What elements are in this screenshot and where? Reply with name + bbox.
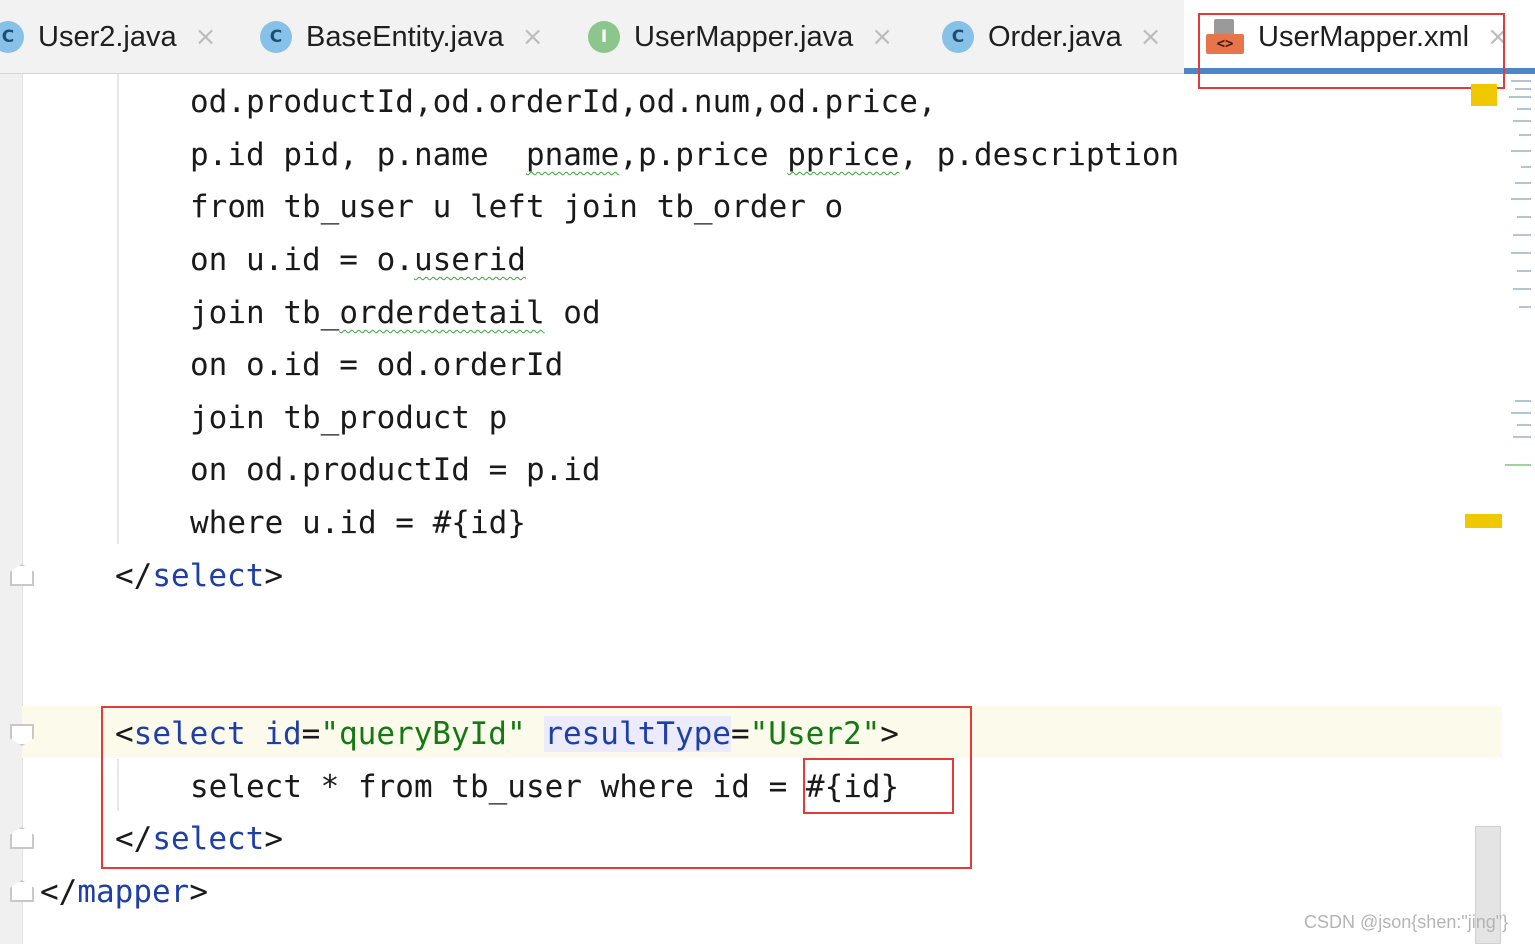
- watermark: CSDN @json{shen:"jing"}: [1304, 912, 1509, 932]
- code-line: </mapper>: [40, 874, 208, 910]
- tab-label: UserMapper.xml: [1258, 20, 1470, 53]
- close-icon[interactable]: ×: [1140, 22, 1162, 52]
- tab-user2-java[interactable]: C User2.java ×: [0, 0, 216, 74]
- code-line: on u.id = o.userid: [190, 242, 526, 278]
- warning-marker[interactable]: [1465, 514, 1502, 528]
- tab-usermapper-xml[interactable]: <> UserMapper.xml ×: [1184, 0, 1535, 74]
- tab-label: User2.java: [38, 20, 177, 53]
- code-line: on od.productId = p.id: [190, 452, 601, 488]
- tab-baseentity-java[interactable]: C BaseEntity.java ×: [260, 0, 544, 74]
- code-line: on o.id = od.orderId: [190, 347, 564, 383]
- class-icon: C: [942, 21, 974, 53]
- tab-usermapper-java[interactable]: I UserMapper.java ×: [588, 0, 893, 74]
- code-line: where u.id = #{id}: [190, 505, 526, 541]
- tab-label: BaseEntity.java: [306, 20, 504, 53]
- code-line: <select id="queryById" resultType="User2…: [115, 716, 899, 752]
- close-icon[interactable]: ×: [522, 22, 544, 52]
- close-icon[interactable]: ×: [195, 22, 217, 52]
- interface-icon: I: [588, 21, 620, 53]
- error-stripe[interactable]: [1505, 74, 1535, 944]
- code-line: join tb_product p: [190, 400, 508, 436]
- xml-file-icon: <>: [1206, 19, 1244, 55]
- code-line: join tb_orderdetail od: [190, 295, 601, 331]
- code-line: from tb_user u left join tb_order o: [190, 189, 844, 225]
- editor-tab-bar: C User2.java × C BaseEntity.java × I Use…: [0, 0, 1535, 74]
- class-icon: C: [0, 21, 24, 53]
- close-icon[interactable]: ×: [1487, 22, 1509, 52]
- close-icon[interactable]: ×: [871, 22, 893, 52]
- tab-label: UserMapper.java: [634, 20, 854, 53]
- class-icon: C: [260, 21, 292, 53]
- indent-guide: [117, 74, 119, 544]
- code-editor[interactable]: od.productId,od.orderId,od.num,od.price,…: [0, 74, 1535, 944]
- indent-guide: [117, 759, 119, 811]
- tab-order-java[interactable]: C Order.java ×: [942, 0, 1162, 74]
- editor-gutter: [0, 74, 23, 944]
- warning-marker[interactable]: [1471, 84, 1497, 106]
- code-line: </select>: [115, 558, 283, 594]
- code-line: od.productId,od.orderId,od.num,od.price,: [190, 84, 937, 120]
- sql-parameter: #{id}: [805, 769, 900, 805]
- code-line: </select>: [115, 821, 283, 857]
- code-line: p.id pid, p.name pname,p.price pprice, p…: [190, 137, 1180, 173]
- tab-label: Order.java: [988, 20, 1122, 53]
- code-line: select * from tb_user where id = #{id}: [190, 769, 900, 805]
